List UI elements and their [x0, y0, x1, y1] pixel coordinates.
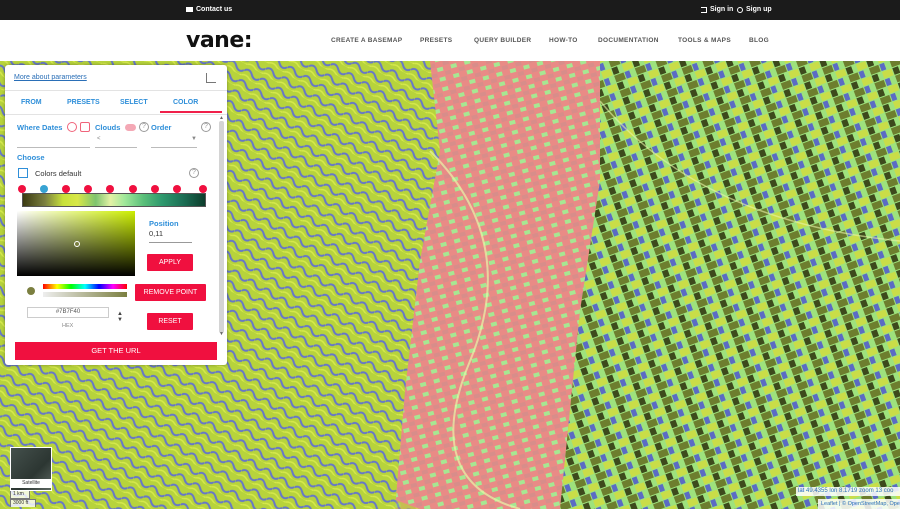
nav-create-basemap[interactable]: CREATE A BASEMAP [331, 37, 402, 44]
clouds-operator[interactable]: < [97, 136, 101, 142]
scale-bar-km: 1 km [10, 491, 30, 499]
top-bar: Contact us Sign in Sign up [0, 0, 900, 20]
sign-up-link[interactable]: Sign up [737, 6, 772, 13]
divider [5, 114, 227, 115]
hue-slider[interactable] [43, 284, 127, 289]
alpha-slider[interactable] [43, 292, 127, 297]
scroll-down-icon[interactable]: ▼ [219, 331, 224, 337]
color-point[interactable] [129, 185, 137, 193]
coordinates-readout: lat 49.4355 lon 8.1719 zoom 13 coo [796, 487, 900, 496]
nav-how-to[interactable]: HOW-TO [549, 37, 578, 44]
tab-from[interactable]: FROM [21, 99, 42, 106]
tab-select[interactable]: SELECT [120, 99, 148, 106]
nav-query-builder[interactable]: QUERY BUILDER [474, 37, 531, 44]
get-url-button[interactable]: GET THE URL [15, 342, 217, 360]
layer-switcher-label[interactable]: Satellite [10, 479, 52, 488]
sign-in-link[interactable]: Sign in [701, 6, 733, 13]
active-tab-indicator [160, 111, 222, 113]
sign-in-label: Sign in [710, 6, 734, 13]
nav-documentation[interactable]: DOCUMENTATION [598, 37, 659, 44]
panel-scrollbar[interactable] [219, 121, 224, 333]
current-color-swatch [27, 287, 35, 295]
format-toggle-icon[interactable]: ▲ ▼ [117, 311, 123, 323]
cloud-icon [125, 124, 136, 131]
color-point[interactable] [173, 185, 181, 193]
choose-label: Choose [17, 153, 45, 162]
parameters-panel: More about parameters FROM PRESETS SELEC… [5, 65, 227, 365]
more-about-parameters-link[interactable]: More about parameters [14, 74, 87, 81]
color-point-selected[interactable] [40, 185, 48, 193]
clouds-label: Clouds [95, 123, 121, 132]
where-dates-label: Where Dates [17, 123, 63, 132]
hex-input[interactable]: #7B7F40 [27, 307, 109, 318]
divider [5, 90, 227, 91]
tab-presets[interactable]: PRESETS [67, 99, 100, 106]
apply-button[interactable]: APPLY [147, 254, 193, 271]
calendar-icon[interactable] [80, 122, 90, 132]
colors-default-label: Colors default [35, 169, 82, 178]
nav-presets[interactable]: PRESETS [420, 37, 452, 44]
color-gradient-bar[interactable] [22, 193, 206, 207]
contact-link[interactable]: Contact us [186, 6, 232, 13]
clouds-field[interactable] [95, 147, 137, 148]
clock-icon[interactable] [67, 122, 77, 132]
sign-up-label: Sign up [746, 6, 772, 13]
envelope-icon [186, 7, 193, 12]
color-point[interactable] [199, 185, 207, 193]
color-point[interactable] [18, 185, 26, 193]
position-label: Position [149, 219, 179, 228]
nav-tools-maps[interactable]: TOOLS & MAPS [678, 37, 731, 44]
map-attribution[interactable]: Leaflet | © OpenStreetMap, Ope [818, 499, 900, 509]
colors-help-icon[interactable]: ? [189, 168, 199, 178]
contact-label: Contact us [196, 6, 233, 13]
order-label: Order [151, 123, 172, 132]
scale-bar-ft: 3000 ft [10, 499, 36, 507]
collapse-icon[interactable] [206, 73, 216, 83]
color-point[interactable] [151, 185, 159, 193]
color-point[interactable] [106, 185, 114, 193]
position-input[interactable]: 0,11 [149, 229, 192, 243]
sign-in-icon [701, 6, 707, 13]
color-picker-knob[interactable] [74, 241, 80, 247]
hex-label: HEX [62, 323, 74, 329]
site-header: vane: CREATE A BASEMAP PRESETS QUERY BUI… [0, 20, 900, 61]
color-point[interactable] [62, 185, 70, 193]
order-dropdown-icon[interactable]: ▼ [191, 136, 197, 142]
order-help-icon[interactable]: ? [201, 122, 211, 132]
tab-color[interactable]: COLOR [173, 99, 198, 106]
order-select[interactable] [151, 147, 197, 148]
logo[interactable]: vane: [186, 28, 253, 53]
color-point[interactable] [84, 185, 92, 193]
remove-point-button[interactable]: REMOVE POINT [135, 284, 206, 301]
colors-default-checkbox[interactable] [18, 168, 28, 178]
user-icon [737, 6, 743, 13]
clouds-help-icon[interactable]: ? [139, 122, 149, 132]
reset-button[interactable]: RESET [147, 313, 193, 330]
nav-blog[interactable]: BLOG [749, 37, 769, 44]
where-dates-field[interactable] [17, 147, 90, 148]
